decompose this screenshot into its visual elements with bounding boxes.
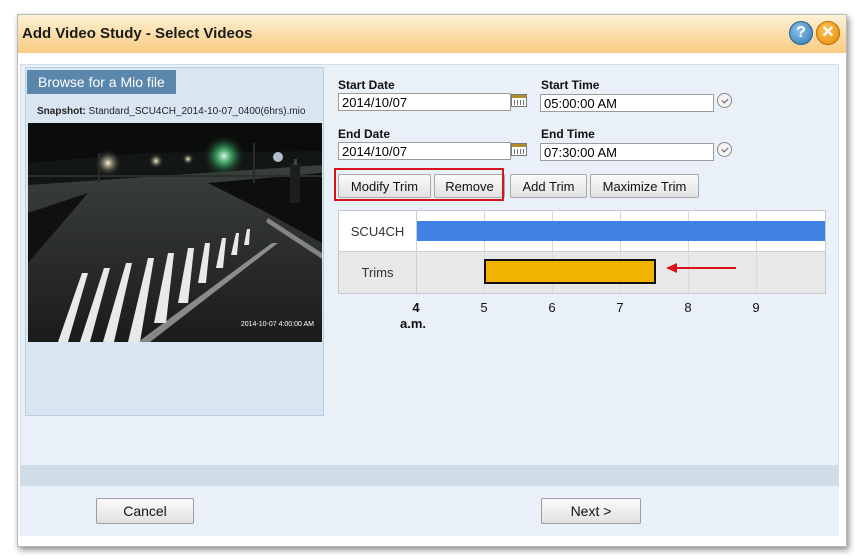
tick-label-5: 5: [480, 300, 488, 315]
footer-divider: [20, 466, 839, 486]
add-video-study-dialog: Add Video Study - Select Videos ? ✕ Brow…: [17, 14, 847, 547]
close-icon[interactable]: ✕: [816, 21, 840, 45]
help-icon[interactable]: ?: [789, 21, 813, 45]
video-snapshot-image: 2014-10-07 4:00:00 AM: [28, 123, 322, 342]
row-label-trims: Trims: [361, 265, 394, 280]
row-separator: [339, 251, 825, 252]
end-date-label: End Date: [338, 127, 391, 141]
highlight-annotation-box: [334, 168, 504, 201]
video-preview-panel: Browse for a Mio file Snapshot: Standard…: [25, 67, 324, 416]
night-road-scene: [28, 123, 322, 342]
end-date-calendar-icon[interactable]: [511, 143, 527, 156]
snapshot-filename: Standard_SCU4CH_2014-10-07_0400(6hrs).mi…: [88, 106, 306, 117]
cancel-button[interactable]: Cancel: [96, 498, 194, 524]
end-date-input[interactable]: [338, 142, 511, 160]
maximize-trim-button[interactable]: Maximize Trim: [590, 174, 699, 198]
end-time-input[interactable]: [540, 143, 714, 161]
start-time-clock-icon[interactable]: [717, 93, 732, 108]
row-label-scu4ch: SCU4CH: [350, 224, 405, 239]
trim-segment[interactable]: [484, 259, 656, 284]
annotation-arrow-icon: [666, 263, 736, 273]
add-trim-button[interactable]: Add Trim: [510, 174, 587, 198]
tick-label-am: a.m.: [399, 316, 427, 331]
end-time-clock-icon[interactable]: [717, 142, 732, 157]
tick-label-6: 6: [548, 300, 556, 315]
tick-label-4: 4: [412, 300, 420, 315]
tick-label-9: 9: [752, 300, 760, 315]
start-date-calendar-icon[interactable]: [511, 94, 527, 107]
dialog-title: Add Video Study - Select Videos: [22, 25, 253, 42]
browse-mio-file-button[interactable]: Browse for a Mio file: [27, 70, 176, 94]
next-button[interactable]: Next >: [541, 498, 641, 524]
start-date-input[interactable]: [338, 93, 511, 111]
trim-timeline: SCU4CH Trims: [338, 210, 826, 294]
start-time-input[interactable]: [540, 94, 714, 112]
tick-label-8: 8: [684, 300, 692, 315]
video-coverage-bar: [417, 221, 825, 241]
video-timestamp: 2014-10-07 4:00:00 AM: [240, 321, 314, 328]
snapshot-label: Snapshot: Standard_SCU4CH_2014-10-07_040…: [37, 106, 305, 117]
snapshot-prefix: Snapshot:: [37, 106, 86, 117]
tick-label-7: 7: [616, 300, 624, 315]
dialog-titlebar: Add Video Study - Select Videos ? ✕: [18, 15, 846, 53]
start-date-label: Start Date: [338, 78, 395, 92]
end-time-label: End Time: [541, 127, 595, 141]
start-time-label: Start Time: [541, 78, 600, 92]
